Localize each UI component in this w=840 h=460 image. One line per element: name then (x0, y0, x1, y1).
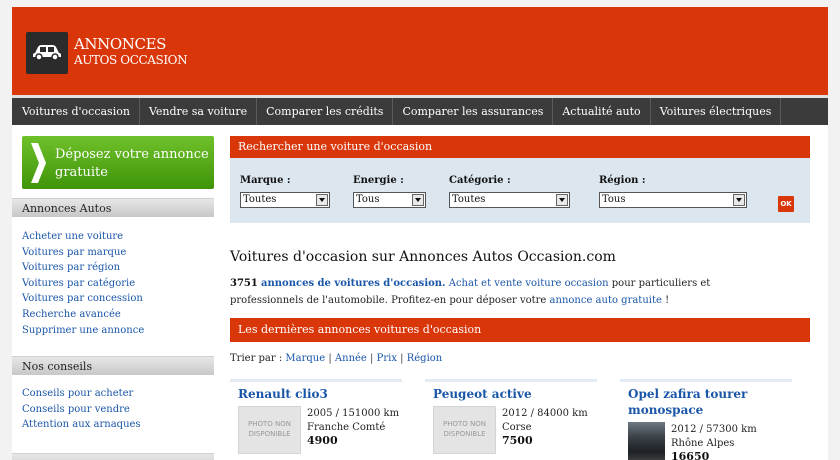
categorie-select-value: Toutes (452, 194, 486, 205)
sort-by-prix[interactable]: Prix (377, 353, 397, 364)
listing-title[interactable]: Opel zafira tourer monospace (628, 386, 747, 418)
region-label: Région : (599, 175, 646, 186)
listing-title-line1: Opel zafira tourer (628, 387, 748, 401)
dropdown-arrow-icon (412, 194, 424, 206)
sidebar-link-recherche[interactable]: Recherche avancée (22, 307, 144, 323)
search-panel-title: Rechercher une voiture d'occasion (230, 136, 810, 158)
dropdown-arrow-icon (733, 194, 745, 206)
intro-link-annonce-gratuite[interactable]: annonce auto gratuite (550, 295, 662, 306)
sidebar-link-supprimer[interactable]: Supprimer une annonce (22, 323, 144, 339)
dropdown-arrow-icon (556, 194, 568, 206)
nav-item-credits[interactable]: Comparer les crédits (257, 98, 394, 125)
brand-name-line2[interactable]: AUTOS OCCASION (74, 53, 188, 67)
logo[interactable] (26, 32, 68, 74)
listing-region: Franche Comté (307, 421, 386, 433)
listing-year-km: 2012 / 57300 km (671, 424, 757, 435)
listing-card[interactable]: Opel zafira tourer monospace 2012 / 5730… (620, 379, 792, 460)
sort-separator: | (370, 353, 374, 364)
marque-label: Marque : (240, 175, 291, 186)
sort-bar: Trier par : Marque | Année | Prix | Régi… (230, 353, 442, 364)
sidebar-list-annonces: Acheter une voiture Voitures par marque … (22, 229, 144, 338)
page-wrapper: ANNONCES AUTOS OCCASION Voitures d'occas… (12, 7, 828, 460)
nav-item-voitures-occasion[interactable]: Voitures d'occasion (12, 98, 140, 125)
page-title: Voitures d'occasion sur Annonces Autos O… (230, 249, 616, 265)
post-ad-label: Déposez votre annonce gratuite (55, 146, 209, 182)
intro-text: 3751 annonces de voitures d'occasion. Ac… (230, 275, 770, 309)
listing-year-km: 2005 / 151000 km (307, 408, 400, 419)
energie-label: Energie : (353, 175, 404, 186)
listing-price: 16650 (671, 450, 710, 460)
dropdown-arrow-icon (316, 194, 328, 206)
sidebar-heading-partial (12, 453, 214, 460)
sort-by-annee[interactable]: Année (335, 353, 367, 364)
listing-year-km: 2012 / 84000 km (502, 408, 588, 419)
listing-price: 4900 (307, 434, 338, 447)
chevron-right-icon (31, 143, 46, 183)
sidebar-list-conseils: Conseils pour acheter Conseils pour vend… (22, 386, 141, 433)
sort-by-marque[interactable]: Marque (285, 353, 325, 364)
site-header: ANNONCES AUTOS OCCASION (12, 7, 828, 95)
listing-region: Rhône Alpes (671, 437, 735, 449)
nav-item-actualite[interactable]: Actualité auto (553, 98, 651, 125)
photo-placeholder[interactable]: PHOTO NON DISPONIBLE (238, 406, 301, 454)
nav-item-vendre[interactable]: Vendre sa voiture (140, 98, 258, 125)
search-panel: Marque : Energie : Catégorie : Région : … (230, 158, 810, 223)
nav-item-assurances[interactable]: Comparer les assurances (393, 98, 554, 125)
listing-title-line2: monospace (628, 403, 704, 417)
sidebar-link-marque[interactable]: Voitures par marque (22, 245, 144, 261)
categorie-select[interactable]: Toutes (449, 192, 570, 208)
brand-name-line1[interactable]: ANNONCES (74, 35, 166, 53)
region-select[interactable]: Tous (599, 192, 747, 208)
search-ok-button[interactable]: OK (778, 196, 794, 212)
listing-price: 7500 (502, 434, 533, 447)
listing-title[interactable]: Peugeot active (433, 386, 532, 402)
sort-by-region[interactable]: Région (407, 353, 443, 364)
sidebar-heading-conseils: Nos conseils (12, 356, 214, 375)
nav-item-electriques[interactable]: Voitures électriques (651, 98, 782, 125)
region-select-value: Tous (602, 194, 626, 205)
photo-unavailable-text: PHOTO NON DISPONIBLE (248, 420, 291, 438)
listing-count: 3751 (230, 278, 258, 289)
listing-card[interactable]: Peugeot active PHOTO NON DISPONIBLE 2012… (425, 379, 597, 460)
sidebar-link-categorie[interactable]: Voitures par catégorie (22, 276, 144, 292)
sidebar-heading-annonces: Annonces Autos (12, 198, 214, 217)
photo-placeholder[interactable]: PHOTO NON DISPONIBLE (433, 406, 496, 454)
sidebar-link-conseils-vendre[interactable]: Conseils pour vendre (22, 402, 141, 418)
sidebar-link-concession[interactable]: Voitures par concession (22, 291, 144, 307)
sidebar-link-acheter[interactable]: Acheter une voiture (22, 229, 144, 245)
listing-card[interactable]: Renault clio3 PHOTO NON DISPONIBLE 2005 … (230, 379, 402, 460)
sidebar-link-region[interactable]: Voitures par région (22, 260, 144, 276)
listing-info: 2012 / 84000 km Corse 7500 (502, 407, 588, 448)
intro-link-annonces[interactable]: annonces de voitures d'occasion. (261, 278, 446, 289)
photo-unavailable-text: PHOTO NON DISPONIBLE (443, 420, 486, 438)
listing-info: 2005 / 151000 km Franche Comté 4900 (307, 407, 399, 448)
sort-label: Trier par : (230, 353, 283, 364)
listing-title[interactable]: Renault clio3 (238, 386, 328, 402)
marque-select-value: Toutes (243, 194, 277, 205)
listing-region: Corse (502, 421, 532, 433)
sidebar-link-arnaques[interactable]: Attention aux arnaques (22, 417, 141, 433)
energie-select[interactable]: Tous (353, 192, 426, 208)
intro-link-achat-vente[interactable]: Achat et vente voiture occasion (449, 278, 609, 289)
latest-ads-title: Les dernières annonces voitures d'occasi… (230, 318, 810, 342)
listing-photo[interactable] (628, 422, 665, 460)
marque-select[interactable]: Toutes (240, 192, 330, 208)
main-nav: Voitures d'occasion Vendre sa voiture Co… (12, 95, 828, 125)
sidebar-link-conseils-acheter[interactable]: Conseils pour acheter (22, 386, 141, 402)
listing-info: 2012 / 57300 km Rhône Alpes 16650 (671, 423, 757, 460)
energie-select-value: Tous (356, 194, 380, 205)
car-icon (33, 45, 61, 61)
post-ad-label-line2: gratuite (55, 165, 108, 180)
sort-separator: | (400, 353, 404, 364)
post-ad-button[interactable]: Déposez votre annonce gratuite (22, 136, 214, 189)
post-ad-label-line1: Déposez votre annonce (55, 147, 209, 162)
intro-text-part2: ! (665, 295, 670, 306)
categorie-label: Catégorie : (449, 175, 511, 186)
sort-separator: | (328, 353, 332, 364)
